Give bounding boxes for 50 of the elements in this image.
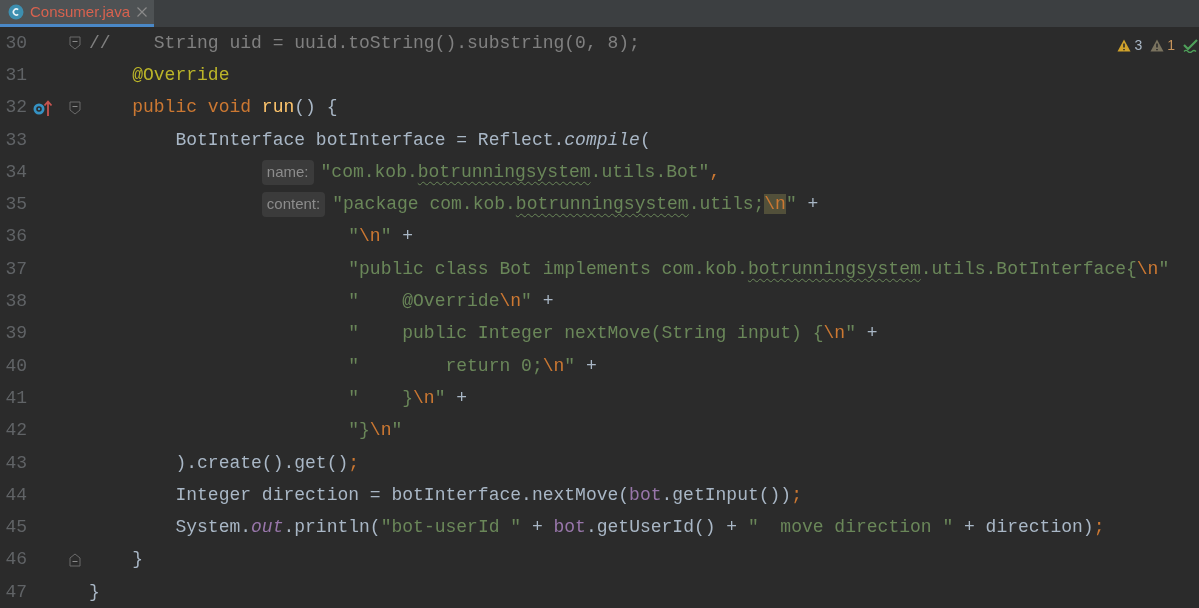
code-line: System.out.println("bot-userId " + bot.getUserId() + " move direction " + direction); (175, 516, 1105, 540)
line-number: 44 (4, 483, 27, 507)
line-number: 41 (4, 386, 27, 410)
line-number: 43 (4, 451, 27, 475)
code-comment: // String uid = uuid.toString().substring(0, 8); (89, 31, 640, 55)
code-line: " }\n" + (348, 386, 468, 410)
code-line: "}\n" (348, 419, 403, 443)
line-number: 38 (4, 290, 27, 313)
code-line: } (132, 548, 144, 572)
line-number: 32 (4, 96, 27, 120)
parameter-hint: content: (261, 192, 326, 217)
code-line: "com.kob.botrunningsystem.utils.Bot", (320, 160, 721, 184)
code-line: } (89, 580, 100, 604)
line-number: 34 (4, 160, 27, 184)
line-number: 47 (4, 580, 27, 604)
code-line: BotInterface botInterface = Reflect.compile( (175, 128, 651, 152)
parameter-hint: name: (261, 160, 314, 185)
code-line: "\n" + (348, 225, 414, 249)
fold-marker-icon[interactable] (69, 552, 81, 567)
code-line: "package com.kob.botrunningsystem.utils;\n" + (332, 193, 819, 217)
line-number: 37 (4, 257, 27, 281)
line-number: 35 (4, 193, 27, 217)
file-tab[interactable]: Consumer.java (0, 0, 155, 27)
code-line: ).create().get(); (175, 451, 360, 475)
code-line: public void run() { (132, 96, 338, 120)
weak-warning-count: 1 (1167, 36, 1175, 55)
line-number: 36 (4, 225, 27, 249)
line-number: 46 (4, 548, 27, 572)
line-number: 45 (4, 516, 27, 540)
code-line: @Override (132, 63, 230, 87)
line-number: 33 (4, 128, 27, 152)
code-line: Integer direction = botInterface.nextMove(bot.getInput()); (175, 483, 802, 507)
line-number: 42 (4, 419, 27, 443)
line-number: 40 (4, 354, 27, 378)
weak-warning-icon[interactable] (1150, 39, 1165, 52)
warning-icon[interactable] (1117, 39, 1132, 52)
line-number: 31 (4, 63, 27, 87)
code-line: " @Override\n" + (348, 290, 554, 313)
line-number: 30 (4, 31, 27, 55)
class-file-icon (8, 4, 24, 20)
fold-marker-icon[interactable] (69, 36, 81, 51)
check-icon[interactable] (1183, 38, 1199, 53)
code-line: "public class Bot implements com.kob.botrunningsystem.utils.BotInterface{\n" (348, 257, 1170, 281)
line-number: 39 (4, 322, 27, 346)
override-marker-icon[interactable] (33, 98, 53, 117)
fold-marker-icon[interactable] (69, 100, 81, 115)
close-icon[interactable] (136, 6, 149, 18)
code-line: " return 0;\n" + (348, 354, 597, 378)
code-line: " public Integer nextMove(String input) {\n" + (348, 322, 878, 346)
warning-count: 3 (1134, 36, 1143, 55)
